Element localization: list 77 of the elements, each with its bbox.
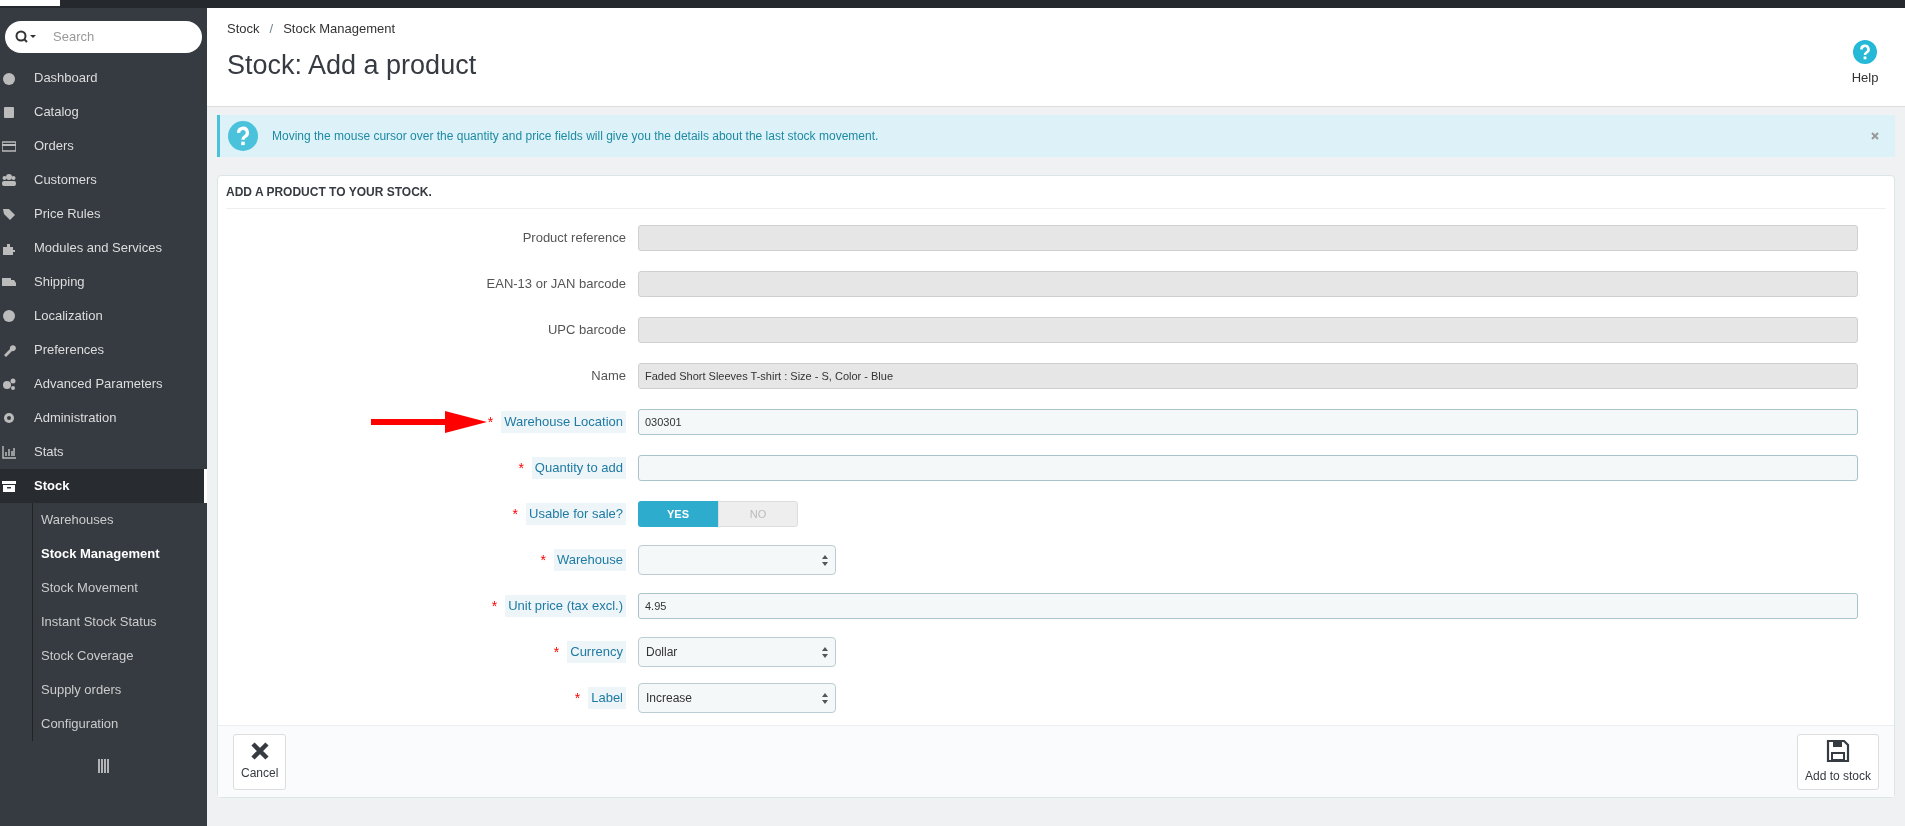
submenu-item[interactable]: Configuration: [33, 707, 207, 741]
sidebar-item[interactable]: Shipping: [0, 265, 207, 299]
submenu-item[interactable]: Instant Stock Status: [33, 605, 207, 639]
required-mark: *: [491, 596, 498, 616]
select-arrows-icon: [822, 554, 828, 566]
select-dropdown[interactable]: [638, 545, 836, 575]
alert-message: Moving the mouse cursor over the quantity and price fields will give you the details about the last stock movement.: [272, 128, 880, 145]
menu-icon: [2, 343, 16, 357]
menu-icon: [2, 241, 16, 255]
menu-icon: [2, 71, 16, 85]
required-mark: *: [540, 550, 546, 570]
menu-icon: [2, 139, 16, 153]
panel-heading: ADD A PRODUCT TO YOUR STOCK.: [226, 184, 432, 201]
required-mark: *: [487, 412, 494, 432]
menu-icon: [2, 275, 16, 289]
sidebar-item[interactable]: Catalog: [0, 95, 207, 129]
sidebar-item[interactable]: Modules and Services: [0, 231, 207, 265]
menu-icon: [2, 105, 16, 119]
search-field[interactable]: Search: [53, 27, 192, 47]
help-icon: [1853, 40, 1877, 64]
close-icon: [250, 741, 269, 760]
field-label: Warehouse Location: [501, 411, 626, 433]
field-label: Usable for sale?: [526, 503, 626, 525]
input-field[interactable]: 030301: [638, 409, 1858, 435]
input-field[interactable]: 4.95: [638, 593, 1858, 619]
select-dropdown[interactable]: Dollar: [638, 637, 836, 667]
field-label: Quantity to add: [531, 457, 626, 479]
input-field[interactable]: [638, 455, 1858, 481]
search-bar[interactable]: Search: [5, 21, 202, 53]
sidebar-item[interactable]: Preferences: [0, 333, 207, 367]
required-mark: *: [512, 504, 519, 524]
submenu-item[interactable]: Stock Coverage: [33, 639, 207, 673]
required-mark: *: [553, 642, 560, 662]
sidebar-item[interactable]: Administration: [0, 401, 207, 435]
menu-icon: [2, 309, 16, 323]
field-label: EAN-13 or JAN barcode: [486, 275, 626, 294]
sidebar-item[interactable]: Orders: [0, 129, 207, 163]
save-icon: [1825, 738, 1850, 763]
question-icon: [228, 121, 258, 151]
field-label: Product reference: [522, 229, 626, 248]
submenu-item[interactable]: Stock Management: [33, 537, 207, 571]
field-label: Unit price (tax excl.): [505, 595, 626, 617]
submenu-item[interactable]: Supply orders: [33, 673, 207, 707]
menu-icon: [2, 377, 16, 391]
menu-icon: [2, 479, 16, 493]
close-icon[interactable]: [1871, 132, 1879, 140]
sidebar-item[interactable]: Stock: [0, 469, 207, 503]
sidebar-item[interactable]: Dashboard: [0, 61, 207, 95]
breadcrumb-link[interactable]: Stock: [227, 19, 260, 39]
select-arrows-icon: [822, 692, 828, 704]
page-title: Stock: Add a product: [227, 48, 477, 82]
sidebar-item[interactable]: Advanced Parameters: [0, 367, 207, 401]
cancel-button[interactable]: Cancel: [233, 733, 287, 790]
sidebar-item[interactable]: Localization: [0, 299, 207, 333]
sidebar-item[interactable]: Price Rules: [0, 197, 207, 231]
required-mark: *: [574, 688, 581, 708]
select-dropdown[interactable]: Increase: [638, 683, 836, 713]
sidebar-item[interactable]: Stats: [0, 435, 207, 469]
submenu-item[interactable]: Stock Movement: [33, 571, 207, 605]
sidebar-item[interactable]: Customers: [0, 163, 207, 197]
field-label: Label: [588, 687, 626, 709]
submenu-item[interactable]: Warehouses: [33, 503, 207, 537]
field-label: Currency: [567, 641, 626, 663]
menu-icon: [2, 207, 16, 221]
menu-icon: [2, 173, 16, 187]
required-mark: *: [518, 458, 524, 478]
field-label: UPC barcode: [547, 321, 626, 340]
select-arrows-icon: [822, 646, 828, 658]
field-label: Name: [591, 367, 626, 386]
field-label: Warehouse: [554, 549, 626, 571]
collapse-icon[interactable]: [97, 759, 110, 773]
menu-icon: [2, 445, 16, 459]
search-icon: [15, 30, 37, 44]
breadcrumb-link[interactable]: Stock Management: [283, 19, 396, 39]
help-button[interactable]: Help: [1845, 8, 1885, 106]
breadcrumb-separator: /: [269, 20, 274, 38]
save-button[interactable]: Add to stock: [1796, 733, 1879, 790]
